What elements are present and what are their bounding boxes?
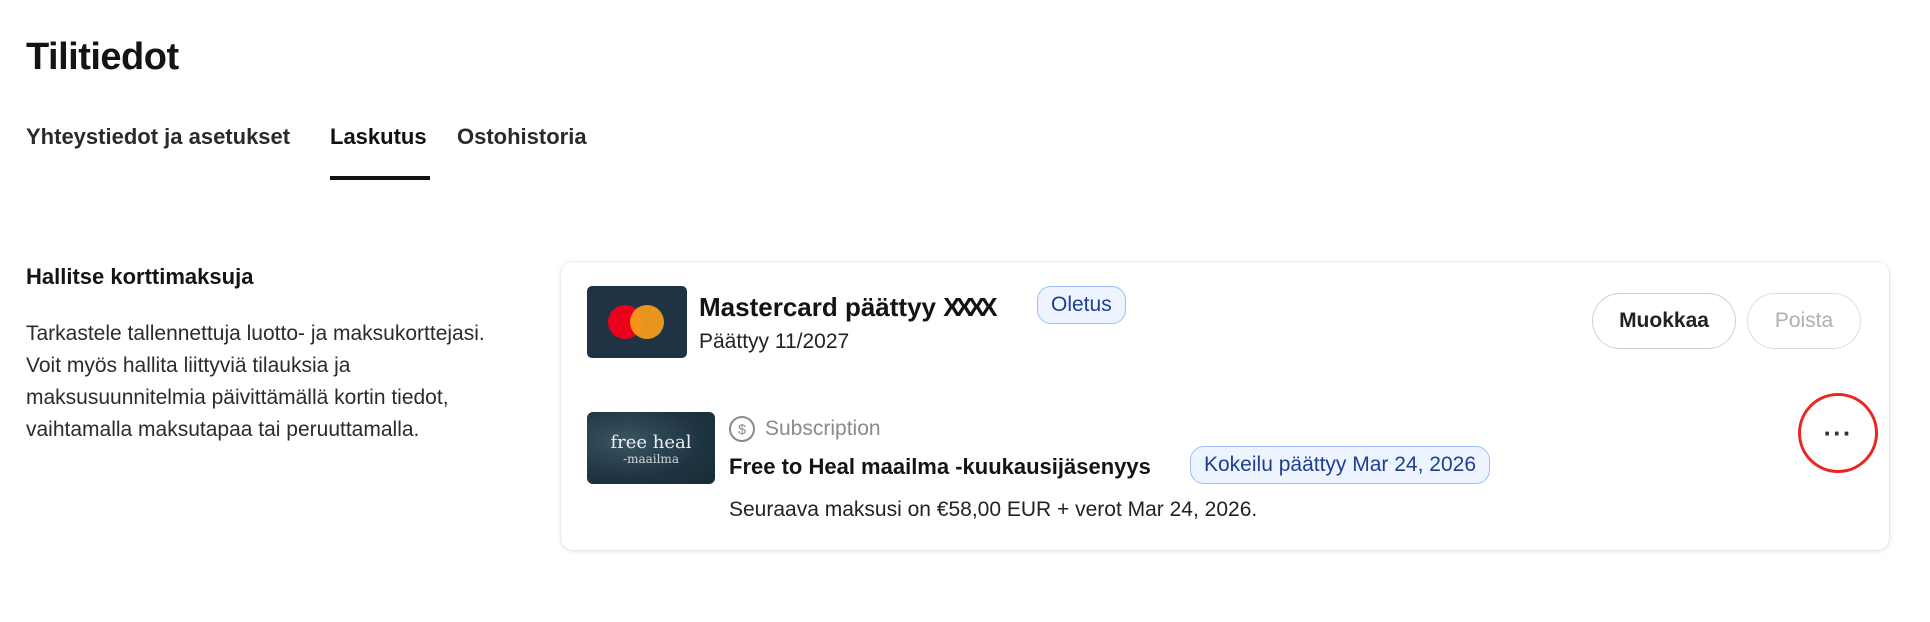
page-title: Tilitiedot: [26, 36, 179, 78]
default-badge: Oletus: [1037, 286, 1126, 324]
next-payment-text: Seuraava maksusi on €58,00 EUR + verot M…: [729, 498, 1258, 521]
mastercard-logo-icon: [587, 286, 687, 358]
card-last4-masked: XXXX: [943, 292, 997, 322]
more-options-button[interactable]: ···: [1798, 393, 1878, 473]
more-options-icon: ···: [1823, 417, 1853, 448]
active-tab-indicator: [330, 176, 430, 180]
edit-card-button[interactable]: Muokkaa: [1592, 293, 1736, 349]
section-heading: Hallitse korttimaksuja: [26, 264, 254, 289]
tab-purchase-history[interactable]: Ostohistoria: [457, 124, 587, 150]
card-expiry: Päättyy 11/2027: [699, 330, 850, 353]
thumb-logo-text: free heal: [610, 432, 692, 453]
card-title: Mastercard päättyy XXXX: [699, 292, 998, 323]
recurring-dollar-icon: $: [729, 416, 755, 442]
card-name-text: Mastercard päättyy: [699, 292, 936, 322]
subscription-type-label: Subscription: [765, 417, 881, 440]
tab-contact-settings[interactable]: Yhteystiedot ja asetukset: [26, 124, 290, 150]
trial-ends-badge: Kokeilu päättyy Mar 24, 2026: [1190, 446, 1490, 484]
thumb-logo-subtext: -maailma: [623, 452, 679, 466]
tab-billing[interactable]: Laskutus: [330, 124, 427, 150]
delete-card-button[interactable]: Poista: [1747, 293, 1861, 349]
payment-card-panel: Mastercard päättyy XXXX Oletus Päättyy 1…: [561, 262, 1889, 550]
subscription-thumbnail: free heal -maailma: [587, 412, 715, 484]
section-description: Tarkastele tallennettuja luotto- ja maks…: [26, 322, 485, 441]
subscription-name: Free to Heal maailma -kuukausijäsenyys: [729, 454, 1151, 479]
